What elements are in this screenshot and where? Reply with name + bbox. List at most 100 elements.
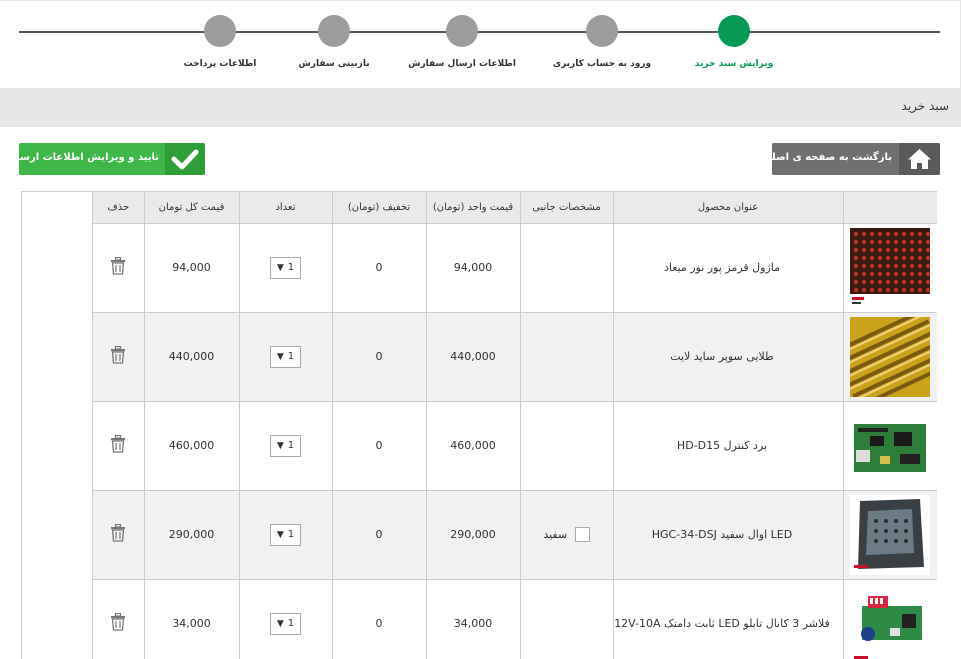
dropdown-arrow-icon: ▼	[276, 262, 284, 273]
product-attributes	[519, 400, 614, 491]
table-row: LED اوال سفید HGC-34-DSJ سفید 290,000 0 …	[93, 489, 937, 580]
header-total: قیمت کل تومان	[143, 192, 240, 224]
checkout-stepper: ویرایش سبد خرید ورود به حساب کاربری اطلا…	[0, 0, 961, 88]
step-payment-info[interactable]: اطلاعات پرداخت	[150, 15, 290, 69]
quantity-select[interactable]: ▼ 1	[269, 523, 302, 546]
trash-icon[interactable]	[110, 256, 126, 275]
quantity-value: 1	[287, 351, 295, 362]
product-title[interactable]: فلاشر 3 کانال تابلو LED ثابت دامتک 12V-1…	[612, 578, 844, 659]
discount: 0	[331, 578, 427, 659]
cart-table: عنوان محصول مشخصات جانبی قیمت واحد (توما…	[93, 192, 937, 659]
confirm-label: تایید و ویرایش اطلاعات ارسال	[7, 152, 159, 163]
product-image[interactable]	[850, 583, 931, 659]
quantity-cell: ▼ 1	[238, 578, 333, 659]
product-image[interactable]	[850, 316, 931, 397]
product-image-cell	[842, 400, 937, 491]
unit-price: 290,000	[425, 489, 521, 580]
trash-icon[interactable]	[110, 523, 126, 542]
side-column	[22, 192, 93, 659]
back-to-home-button[interactable]: بازگشت به صفحه ی اصلی	[762, 143, 940, 175]
product-image-cell	[842, 489, 937, 580]
discount: 0	[331, 311, 427, 402]
discount: 0	[331, 400, 427, 491]
product-title[interactable]: برد کنترل HD-D15	[612, 400, 844, 491]
delete-cell	[93, 311, 145, 402]
step-login[interactable]: ورود به حساب کاربری	[532, 15, 672, 69]
step-dot	[586, 15, 618, 47]
header-quantity: تعداد	[238, 192, 333, 224]
quantity-select[interactable]: ▼ 1	[269, 256, 302, 279]
trash-icon[interactable]	[110, 345, 126, 364]
quantity-select[interactable]: ▼ 1	[269, 434, 302, 457]
quantity-value: 1	[287, 262, 295, 273]
step-dot	[204, 15, 236, 47]
attribute-option[interactable]: سفید	[543, 527, 590, 542]
dropdown-arrow-icon: ▼	[276, 351, 284, 362]
discount: 0	[331, 489, 427, 580]
product-title[interactable]: LED اوال سفید HGC-34-DSJ	[612, 489, 844, 580]
dropdown-arrow-icon: ▼	[276, 618, 284, 629]
header-discount: تخفیف (تومان)	[331, 192, 427, 224]
header-delete: حذف	[93, 192, 145, 224]
product-title[interactable]: ماژول قرمز پور نور میعاد	[612, 222, 844, 313]
table-row: برد کنترل HD-D15 460,000 0 ▼ 1 460,000	[93, 400, 937, 491]
product-image-cell	[842, 222, 937, 313]
header-image	[842, 192, 937, 224]
product-attributes	[519, 222, 614, 313]
trash-icon[interactable]	[110, 434, 126, 453]
delete-cell	[93, 400, 145, 491]
color-swatch	[574, 527, 590, 542]
header-title: عنوان محصول	[612, 192, 844, 224]
discount: 0	[331, 222, 427, 313]
total-price: 94,000	[143, 222, 240, 313]
quantity-cell: ▼ 1	[238, 489, 333, 580]
dropdown-arrow-icon: ▼	[276, 440, 284, 451]
quantity-select[interactable]: ▼ 1	[269, 345, 302, 368]
step-dot	[318, 15, 350, 47]
table-row: ماژول قرمز پور نور میعاد 94,000 0 ▼ 1 94…	[93, 222, 937, 313]
table-row: طلایی سوپر ساید لایت 440,000 0 ▼ 1 440,0…	[93, 311, 937, 402]
cart-table-container: عنوان محصول مشخصات جانبی قیمت واحد (توما…	[21, 191, 937, 659]
product-image[interactable]	[850, 227, 931, 308]
product-image-cell	[842, 311, 937, 402]
step-label: ویرایش سبد خرید	[694, 59, 774, 69]
quantity-cell: ▼ 1	[238, 222, 333, 313]
confirm-and-edit-shipping-button[interactable]: تایید و ویرایش اطلاعات ارسال	[8, 143, 205, 175]
quantity-select[interactable]: ▼ 1	[269, 612, 302, 635]
attribute-label: سفید	[543, 527, 568, 541]
quantity-cell: ▼ 1	[238, 400, 333, 491]
trash-icon[interactable]	[110, 612, 126, 631]
delete-cell	[93, 222, 145, 313]
unit-price: 460,000	[425, 400, 521, 491]
table-row: فلاشر 3 کانال تابلو LED ثابت دامتک 12V-1…	[93, 578, 937, 659]
quantity-value: 1	[287, 529, 295, 540]
home-icon	[899, 143, 940, 175]
total-price: 460,000	[143, 400, 240, 491]
total-price: 290,000	[143, 489, 240, 580]
dropdown-arrow-icon: ▼	[276, 529, 284, 540]
table-header-row: عنوان محصول مشخصات جانبی قیمت واحد (توما…	[93, 192, 937, 224]
unit-price: 440,000	[425, 311, 521, 402]
product-image[interactable]	[850, 405, 931, 486]
product-attributes	[519, 578, 614, 659]
step-shipping-info[interactable]: اطلاعات ارسال سفارش	[392, 15, 532, 69]
product-attributes	[519, 311, 614, 402]
step-edit-cart[interactable]: ویرایش سبد خرید	[664, 15, 804, 69]
delete-cell	[93, 578, 145, 659]
unit-price: 94,000	[425, 222, 521, 313]
total-price: 440,000	[143, 311, 240, 402]
check-icon	[165, 143, 205, 175]
back-to-home-label: بازگشت به صفحه ی اصلی	[761, 152, 892, 163]
step-label: اطلاعات ارسال سفارش	[408, 59, 516, 69]
unit-price: 34,000	[425, 578, 521, 659]
product-image[interactable]	[850, 494, 931, 575]
step-dot	[446, 15, 478, 47]
step-label: ورود به حساب کاربری	[552, 59, 652, 69]
step-label: اطلاعات پرداخت	[183, 59, 257, 69]
product-attributes: سفید	[519, 489, 614, 580]
page-title-bar: سبد خرید	[0, 88, 961, 127]
quantity-value: 1	[287, 618, 295, 629]
quantity-cell: ▼ 1	[238, 311, 333, 402]
product-title[interactable]: طلایی سوپر ساید لایت	[612, 311, 844, 402]
product-image-cell	[842, 578, 937, 659]
